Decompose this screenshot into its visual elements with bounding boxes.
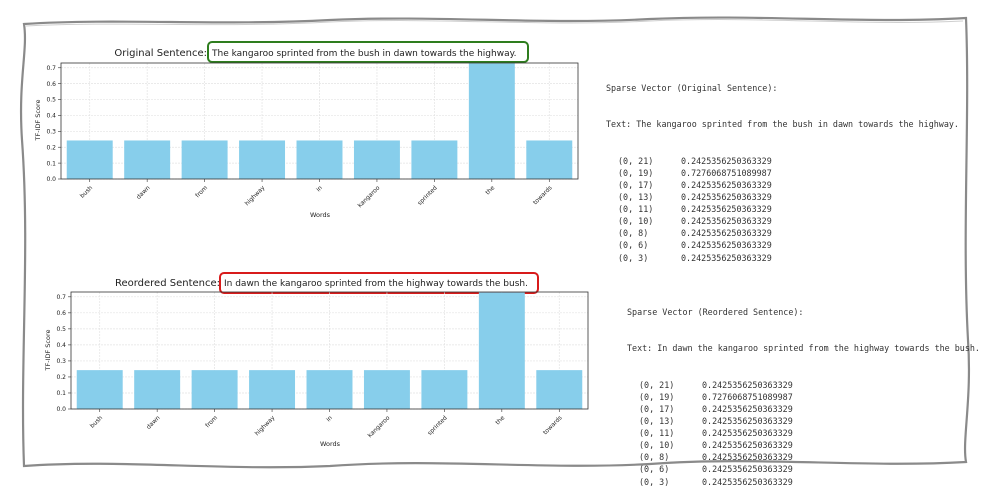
x-tick-label: highway xyxy=(254,414,277,437)
sparse-value: 0.2425356250363329 xyxy=(702,464,793,475)
sparse-row: (0, 10) 0.2425356250363329 xyxy=(606,215,959,227)
sparse-vector-reordered: Sparse Vector (Reordered Sentence): Text… xyxy=(627,282,980,500)
bar-from xyxy=(191,370,238,409)
bar-towards xyxy=(536,370,583,409)
sparse-index: (0, 19) xyxy=(618,167,654,178)
bar-sprinted xyxy=(421,370,468,409)
x-tick-label: kangaroo xyxy=(367,414,392,439)
sparse-value: 0.2425356250363329 xyxy=(681,240,772,251)
sparse-text-line: Text: In dawn the kangaroo sprinted from… xyxy=(627,343,980,354)
y-tick-label: 0.1 xyxy=(56,390,66,397)
sparse-value: 0.7276068751089987 xyxy=(681,167,772,178)
sparse-row: (0, 10) 0.2425356250363329 xyxy=(627,439,980,451)
bar-highway xyxy=(249,370,296,409)
sparse-index: (0, 3) xyxy=(639,476,670,487)
sparse-value: 0.2425356250363329 xyxy=(702,452,793,463)
sparse-value: 0.2425356250363329 xyxy=(702,403,793,414)
x-tick-label: towards xyxy=(542,414,564,436)
sparse-index: (0, 6) xyxy=(639,464,670,475)
sparse-index: (0, 11) xyxy=(618,204,654,215)
y-tick-label: 0.5 xyxy=(56,326,66,333)
sparse-value: 0.2425356250363329 xyxy=(702,416,793,427)
y-tick-label: 0.4 xyxy=(56,342,66,349)
x-tick-label: bush xyxy=(89,414,104,429)
y-axis-label: TF-IDF Score xyxy=(44,330,52,372)
sparse-row: (0, 11) 0.2425356250363329 xyxy=(606,203,959,215)
sparse-index: (0, 11) xyxy=(639,428,675,439)
sparse-rows: (0, 21) 0.2425356250363329 (0, 19) 0.727606… xyxy=(606,155,959,264)
sparse-row: (0, 11) 0.2425356250363329 xyxy=(627,427,980,439)
sparse-value: 0.2425356250363329 xyxy=(681,216,772,227)
sparse-heading: Sparse Vector (Reordered Sentence): xyxy=(627,307,804,318)
sparse-row: (0, 21) 0.2425356250363329 xyxy=(606,155,959,167)
sparse-value: 0.2425356250363329 xyxy=(681,179,772,190)
sparse-index: (0, 19) xyxy=(639,391,675,402)
bar-in xyxy=(306,370,353,409)
x-tick-label: sprinted xyxy=(426,414,449,437)
x-tick-label: dawn xyxy=(145,414,162,431)
y-tick-label: 0.6 xyxy=(56,310,66,317)
sparse-row: (0, 3) 0.2425356250363329 xyxy=(627,476,980,488)
sparse-value: 0.2425356250363329 xyxy=(681,228,772,239)
bar-dawn xyxy=(134,370,181,409)
sparse-value: 0.2425356250363329 xyxy=(702,428,793,439)
sparse-index: (0, 13) xyxy=(618,192,654,203)
y-tick-label: 0.0 xyxy=(56,406,66,413)
sparse-index: (0, 6) xyxy=(618,240,649,251)
sparse-index: (0, 10) xyxy=(618,216,654,227)
sparse-rows: (0, 21) 0.2425356250363329 (0, 19) 0.727606… xyxy=(627,379,980,488)
bar-kangaroo xyxy=(363,370,410,409)
sparse-value: 0.2425356250363329 xyxy=(702,440,793,451)
sparse-row: (0, 13) 0.2425356250363329 xyxy=(627,415,980,427)
sparse-index: (0, 21) xyxy=(618,155,654,166)
x-tick-label: the xyxy=(494,414,506,426)
x-tick-label: in xyxy=(325,414,334,423)
sparse-row: (0, 13) 0.2425356250363329 xyxy=(606,191,959,203)
sparse-row: (0, 8) 0.2425356250363329 xyxy=(606,227,959,239)
x-axis-label: Words xyxy=(320,440,341,448)
sparse-index: (0, 13) xyxy=(639,416,675,427)
sparse-index: (0, 3) xyxy=(618,252,649,263)
chart-title-prefix: Reordered Sentence: xyxy=(115,278,220,289)
sparse-row: (0, 3) 0.2425356250363329 xyxy=(606,252,959,264)
sparse-row: (0, 6) 0.2425356250363329 xyxy=(627,463,980,475)
sparse-index: (0, 17) xyxy=(639,403,675,414)
x-tick-label: from xyxy=(204,414,219,429)
sparse-index: (0, 21) xyxy=(639,379,675,390)
sparse-row: (0, 8) 0.2425356250363329 xyxy=(627,451,980,463)
sparse-row: (0, 21) 0.2425356250363329 xyxy=(627,379,980,391)
bar-bush xyxy=(76,370,123,409)
sparse-value: 0.2425356250363329 xyxy=(681,155,772,166)
sparse-index: (0, 17) xyxy=(618,179,654,190)
sparse-row: (0, 17) 0.2425356250363329 xyxy=(606,179,959,191)
sparse-row: (0, 6) 0.2425356250363329 xyxy=(606,239,959,251)
sparse-index: (0, 10) xyxy=(639,440,675,451)
sparse-value: 0.2425356250363329 xyxy=(681,204,772,215)
sparse-index: (0, 8) xyxy=(618,228,649,239)
y-tick-label: 0.2 xyxy=(56,374,66,381)
sparse-value: 0.2425356250363329 xyxy=(681,252,772,263)
sparse-row: (0, 19) 0.7276068751089987 xyxy=(627,391,980,403)
sparse-row: (0, 19) 0.7276068751089987 xyxy=(606,167,959,179)
sparse-vector-original: Sparse Vector (Original Sentence): Text:… xyxy=(606,58,959,276)
sparse-heading: Sparse Vector (Original Sentence): xyxy=(606,83,778,94)
sparse-index: (0, 8) xyxy=(639,452,670,463)
sparse-value: 0.2425356250363329 xyxy=(681,192,772,203)
chart-title-sentence: In dawn the kangaroo sprinted from the h… xyxy=(224,279,528,289)
sparse-value: 0.7276068751089987 xyxy=(702,391,793,402)
sparse-value: 0.2425356250363329 xyxy=(702,476,793,487)
sparse-text-line: Text: The kangaroo sprinted from the bus… xyxy=(606,119,959,130)
sparse-value: 0.2425356250363329 xyxy=(702,379,793,390)
y-tick-label: 0.3 xyxy=(56,358,66,365)
sparse-row: (0, 17) 0.2425356250363329 xyxy=(627,403,980,415)
bar-the xyxy=(478,292,525,409)
y-tick-label: 0.7 xyxy=(56,294,66,301)
